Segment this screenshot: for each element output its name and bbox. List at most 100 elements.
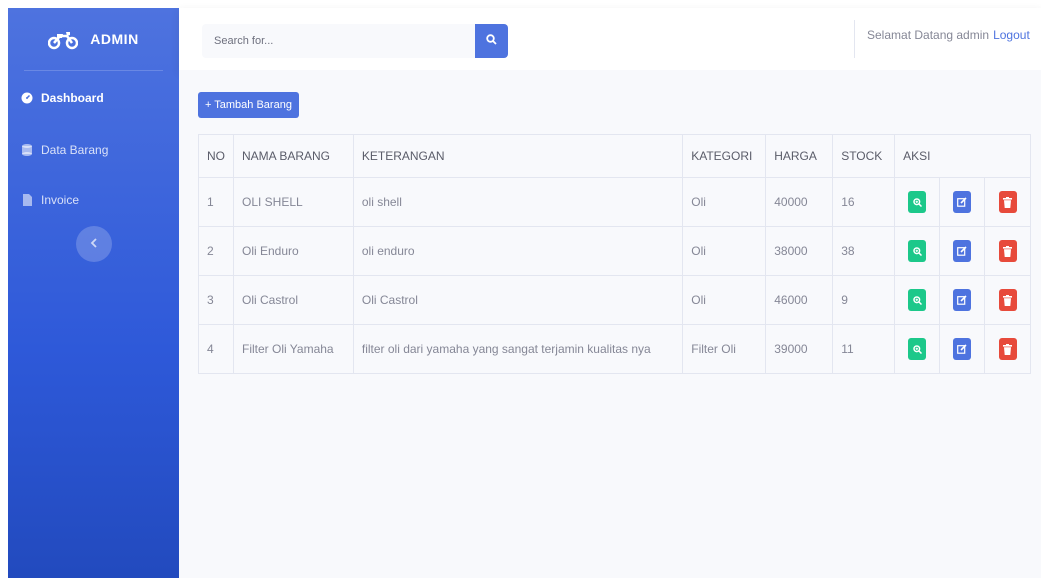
action-cell bbox=[894, 226, 941, 276]
edit-icon bbox=[957, 295, 967, 305]
main-content: + Tambah Barang NO NAMA BARANG KETERANGA… bbox=[179, 70, 1041, 578]
trash-icon bbox=[1003, 196, 1012, 208]
trash-icon bbox=[1003, 245, 1012, 257]
header-nama-barang: NAMA BARANG bbox=[233, 134, 354, 178]
user-greeting: Selamat Datang admin Logout bbox=[867, 28, 1030, 42]
cell-nama-barang: Filter Oli Yamaha bbox=[233, 324, 354, 374]
view-button[interactable] bbox=[908, 191, 927, 213]
table-body: 1 OLI SHELL oli shell Oli 40000 16 2 Oli Enduro… bbox=[198, 177, 1031, 374]
view-button[interactable] bbox=[908, 240, 927, 262]
table-row: 1 OLI SHELL oli shell Oli 40000 16 bbox=[198, 177, 1031, 227]
search-plus-icon bbox=[912, 295, 922, 305]
delete-button[interactable] bbox=[998, 338, 1017, 360]
cell-no: 4 bbox=[198, 324, 234, 374]
sidebar-brand[interactable]: ADMIN bbox=[8, 8, 179, 70]
cell-no: 3 bbox=[198, 275, 234, 325]
delete-button[interactable] bbox=[998, 289, 1017, 311]
tachometer-icon bbox=[21, 92, 33, 104]
edit-icon bbox=[957, 246, 967, 256]
topbar: Selamat Datang adminLogout bbox=[179, 8, 1041, 70]
search-input[interactable] bbox=[202, 24, 475, 58]
edit-button[interactable] bbox=[953, 240, 972, 262]
cell-kategori: Oli bbox=[682, 275, 767, 325]
search-button[interactable] bbox=[475, 24, 508, 58]
trash-icon bbox=[1003, 343, 1012, 355]
chevron-left-icon bbox=[90, 235, 98, 253]
header-stock: STOCK bbox=[832, 134, 896, 178]
cell-kategori: Filter Oli bbox=[682, 324, 767, 374]
header-kategori: KATEGORI bbox=[682, 134, 767, 178]
header-keterangan: KETERANGAN bbox=[352, 134, 684, 178]
action-cell bbox=[894, 177, 941, 227]
cell-keterangan: oli enduro bbox=[352, 226, 684, 276]
edit-button[interactable] bbox=[953, 191, 972, 213]
search-icon bbox=[486, 32, 497, 50]
table-row: 4 Filter Oli Yamaha filter oli dari yamaha… bbox=[198, 324, 1031, 374]
sidebar-toggle-button[interactable] bbox=[75, 226, 112, 262]
cell-nama-barang: OLI SHELL bbox=[233, 177, 354, 227]
action-cell bbox=[984, 324, 1031, 374]
sidebar-item-label: Data Barang bbox=[41, 143, 109, 157]
sidebar-item-label: Invoice bbox=[41, 193, 80, 207]
cell-stock: 16 bbox=[832, 177, 896, 227]
cell-stock: 11 bbox=[832, 324, 896, 374]
sidebar: ADMIN Dashboard Data Barang Invoice bbox=[8, 8, 179, 578]
action-cell bbox=[939, 275, 986, 325]
database-icon bbox=[21, 144, 33, 156]
delete-button[interactable] bbox=[998, 191, 1017, 213]
search-plus-icon bbox=[912, 246, 922, 256]
delete-button[interactable] bbox=[998, 240, 1017, 262]
table-header-row: NO NAMA BARANG KETERANGAN KATEGORI HARGA… bbox=[198, 134, 1031, 178]
edit-button[interactable] bbox=[953, 289, 972, 311]
items-table: NO NAMA BARANG KETERANGAN KATEGORI HARGA… bbox=[198, 134, 1031, 374]
sidebar-item-data-barang[interactable]: Data Barang bbox=[8, 125, 179, 175]
action-cell bbox=[984, 275, 1031, 325]
action-cell bbox=[894, 324, 941, 374]
trash-icon bbox=[1003, 294, 1012, 306]
action-cell bbox=[984, 177, 1031, 227]
sidebar-item-label: Dashboard bbox=[41, 91, 104, 105]
topbar-divider bbox=[854, 20, 855, 58]
cell-stock: 9 bbox=[832, 275, 896, 325]
cell-harga: 38000 bbox=[765, 226, 834, 276]
search-plus-icon bbox=[912, 197, 922, 207]
table-row: 3 Oli Castrol Oli Castrol Oli 46000 9 bbox=[198, 275, 1031, 325]
cell-keterangan: filter oli dari yamaha yang sangat terja… bbox=[352, 324, 684, 374]
cell-no: 2 bbox=[198, 226, 234, 276]
edit-icon bbox=[957, 344, 967, 354]
action-cell bbox=[984, 226, 1031, 276]
action-cell bbox=[939, 226, 986, 276]
sidebar-item-invoice[interactable]: Invoice bbox=[8, 175, 179, 225]
cell-harga: 46000 bbox=[765, 275, 834, 325]
table-row: 2 Oli Enduro oli enduro Oli 38000 38 bbox=[198, 226, 1031, 276]
action-cell bbox=[894, 275, 941, 325]
edit-button[interactable] bbox=[953, 338, 972, 360]
header-harga: HARGA bbox=[765, 134, 834, 178]
cell-keterangan: oli shell bbox=[352, 177, 684, 227]
action-cell bbox=[939, 177, 986, 227]
cell-no: 1 bbox=[198, 177, 234, 227]
header-no: NO bbox=[198, 134, 234, 178]
search-group bbox=[202, 24, 508, 58]
add-button-label: + Tambah Barang bbox=[205, 99, 292, 111]
cell-nama-barang: Oli Enduro bbox=[233, 226, 354, 276]
search-plus-icon bbox=[912, 344, 922, 354]
action-cell bbox=[939, 324, 986, 374]
greeting-text: Selamat Datang admin bbox=[867, 28, 990, 42]
view-button[interactable] bbox=[908, 289, 927, 311]
motorcycle-icon bbox=[48, 28, 79, 50]
logout-link[interactable]: Logout bbox=[993, 28, 1030, 42]
header-aksi: AKSI bbox=[894, 134, 1031, 178]
cell-keterangan: Oli Castrol bbox=[352, 275, 684, 325]
cell-harga: 39000 bbox=[765, 324, 834, 374]
file-icon bbox=[21, 194, 33, 206]
cell-stock: 38 bbox=[832, 226, 896, 276]
cell-kategori: Oli bbox=[682, 177, 767, 227]
cell-harga: 40000 bbox=[765, 177, 834, 227]
view-button[interactable] bbox=[908, 338, 927, 360]
brand-text: ADMIN bbox=[90, 31, 139, 47]
add-item-button[interactable]: + Tambah Barang bbox=[198, 92, 299, 118]
cell-nama-barang: Oli Castrol bbox=[233, 275, 354, 325]
cell-kategori: Oli bbox=[682, 226, 767, 276]
sidebar-item-dashboard[interactable]: Dashboard bbox=[8, 71, 179, 125]
